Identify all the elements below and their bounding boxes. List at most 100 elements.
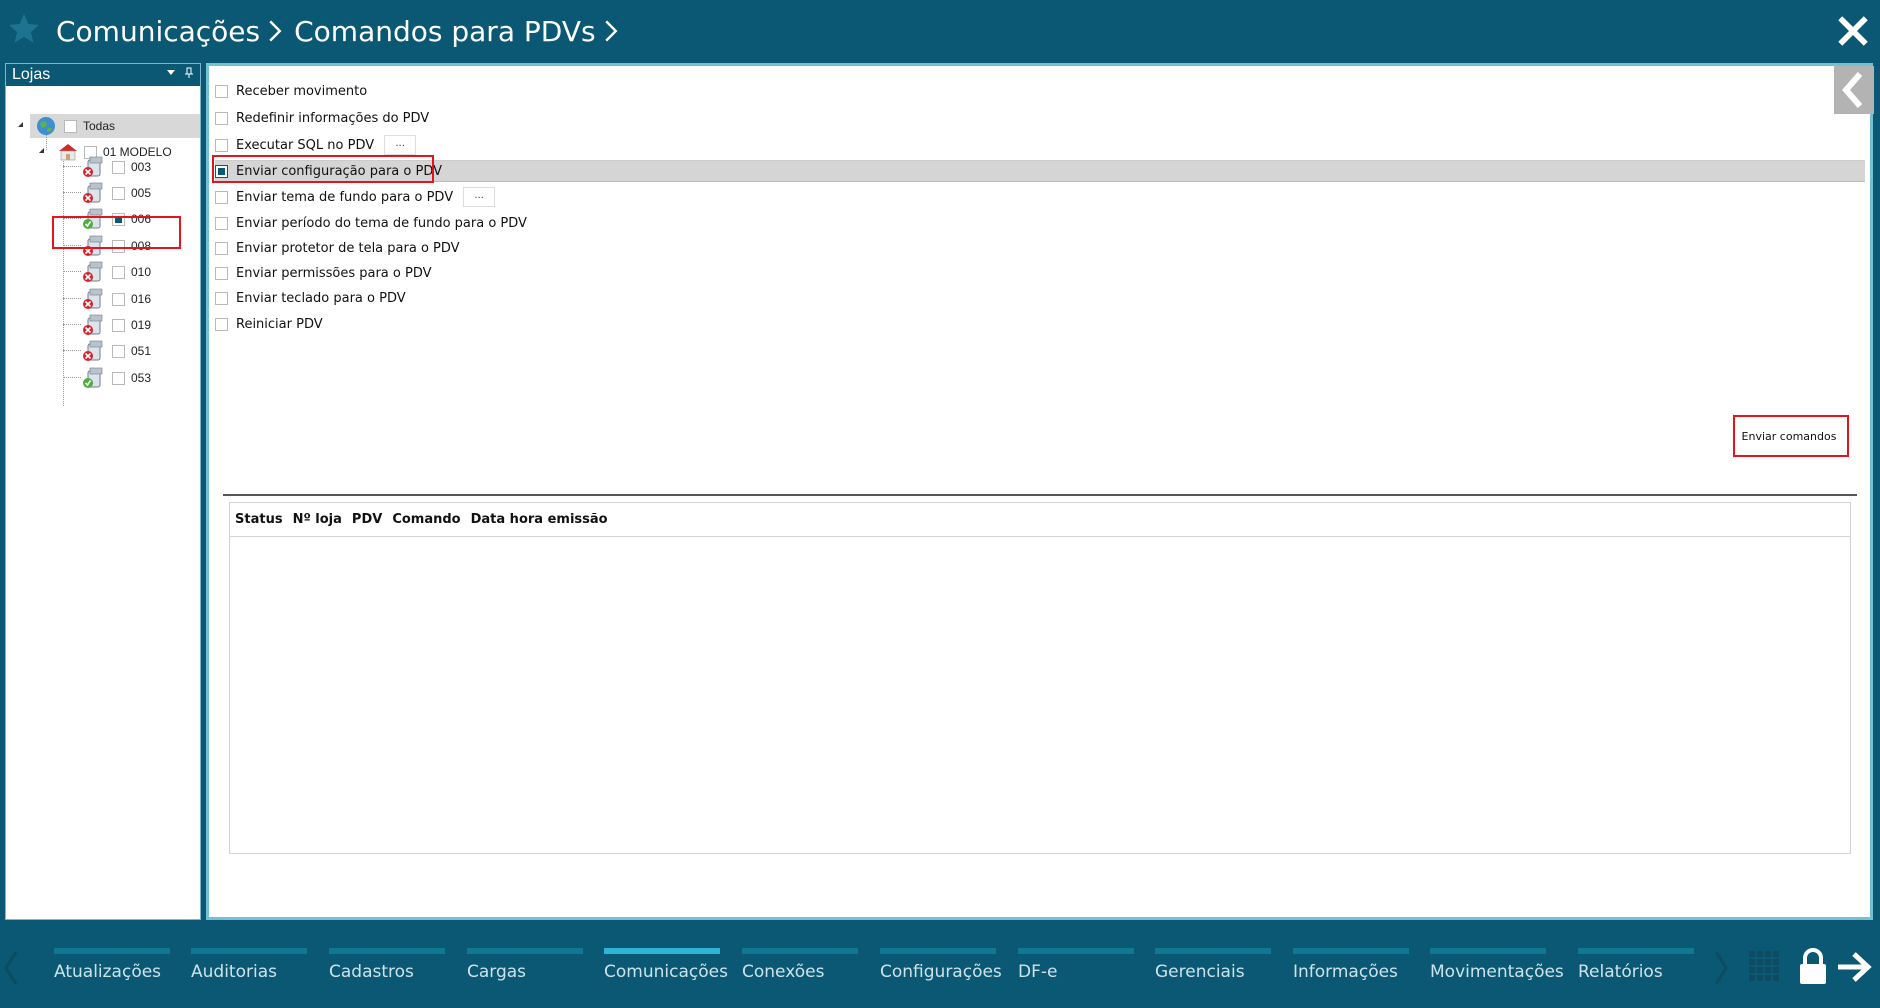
nav-label: Gerenciais — [1155, 962, 1245, 982]
command-reiniciar-pdv[interactable]: Reiniciar PDV — [215, 313, 1865, 335]
nav-dfe[interactable]: DF-e — [1018, 948, 1134, 998]
checkbox-store[interactable] — [112, 160, 125, 174]
tree-label-store: 005 — [131, 186, 152, 200]
bottom-navigation: Atualizações Auditorias Cadastros Cargas… — [0, 920, 1880, 1008]
nav-label: Informações — [1293, 962, 1398, 982]
tree-label-store: 053 — [131, 371, 152, 385]
command-enviar-protetor-tela[interactable]: Enviar protetor de tela para o PDV — [215, 237, 1865, 259]
grid-column-numero-loja[interactable]: Nº loja — [293, 512, 342, 527]
grid-column-status[interactable]: Status — [235, 512, 283, 527]
apps-grid-icon[interactable] — [1748, 950, 1782, 984]
nav-informacoes[interactable]: Informações — [1293, 948, 1409, 998]
nav-configuracoes[interactable]: Configurações — [880, 948, 1002, 998]
command-enviar-periodo-tema[interactable]: Enviar período do tema de fundo para o P… — [215, 212, 1865, 234]
command-checkbox[interactable] — [215, 216, 228, 230]
command-checkbox[interactable] — [215, 317, 228, 331]
nav-label: Atualizações — [54, 962, 162, 982]
grid-column-comando[interactable]: Comando — [392, 512, 460, 527]
command-receber-movimento[interactable]: Receber movimento — [215, 80, 1865, 102]
checkbox-store[interactable] — [112, 186, 125, 200]
tree-node-store[interactable]: 053 — [80, 367, 151, 389]
command-enviar-tema-fundo[interactable]: Enviar tema de fundo para o PDV ... — [215, 186, 1865, 208]
command-label: Receber movimento — [236, 83, 368, 99]
checkbox-store[interactable] — [112, 318, 125, 332]
globe-icon — [37, 117, 55, 135]
command-enviar-permissoes[interactable]: Enviar permissões para o PDV — [215, 262, 1865, 284]
lock-icon[interactable] — [1797, 948, 1829, 986]
nav-scroll-left-icon[interactable] — [2, 948, 20, 988]
nav-gerenciais[interactable]: Gerenciais — [1155, 948, 1271, 998]
nav-conexoes[interactable]: Conexões — [742, 948, 858, 998]
checkbox-store[interactable] — [112, 371, 125, 385]
nav-movimentacoes[interactable]: Movimentações — [1430, 948, 1564, 998]
tree-node-store[interactable]: 010 — [80, 261, 151, 283]
command-executar-sql[interactable]: Executar SQL no PDV ... — [215, 134, 1865, 156]
chevron-right-icon — [269, 20, 282, 42]
command-label: Enviar teclado para o PDV — [236, 290, 406, 306]
command-checkbox[interactable] — [215, 111, 228, 125]
pdv-offline-icon — [83, 288, 103, 309]
nav-label: Conexões — [742, 962, 825, 982]
logout-arrow-icon[interactable] — [1836, 950, 1874, 984]
command-checkbox[interactable] — [215, 190, 228, 204]
tree-label-store: 019 — [131, 318, 152, 332]
command-enviar-configuracao[interactable]: Enviar configuração para o PDV — [215, 160, 1865, 182]
nav-label: Auditorias — [191, 962, 277, 982]
nav-label: Cargas — [467, 962, 527, 982]
nav-auditorias[interactable]: Auditorias — [191, 948, 307, 998]
command-label: Enviar período do tema de fundo para o P… — [236, 215, 527, 231]
checkbox-todas[interactable] — [64, 119, 77, 133]
expander-todas-icon[interactable] — [18, 122, 23, 127]
sql-ellipsis-button[interactable]: ... — [384, 135, 417, 155]
tree-node-store[interactable]: 016 — [80, 288, 151, 310]
pin-icon[interactable] — [184, 67, 194, 79]
close-icon[interactable] — [1836, 14, 1870, 48]
dropdown-arrow-icon[interactable] — [166, 67, 176, 77]
expander-modelo-icon[interactable] — [39, 148, 44, 153]
stores-panel-header: Lojas — [6, 64, 200, 86]
command-enviar-teclado[interactable]: Enviar teclado para o PDV — [215, 287, 1865, 309]
breadcrumb-item-comandos[interactable]: Comandos para PDVs — [294, 15, 595, 48]
tree-node-store[interactable]: 051 — [80, 340, 151, 362]
favorite-star-icon[interactable] — [6, 11, 42, 47]
breadcrumb: Comunicações Comandos para PDVs — [56, 11, 630, 51]
annotation-highlight-enviar-configuracao — [212, 155, 434, 183]
command-checkbox[interactable] — [215, 291, 228, 305]
command-checkbox[interactable] — [215, 266, 228, 280]
checkbox-store[interactable] — [112, 292, 125, 306]
breadcrumb-item-comunicacoes[interactable]: Comunicações — [56, 15, 260, 48]
command-label: Enviar permissões para o PDV — [236, 265, 432, 281]
nav-scroll-right-icon[interactable] — [1712, 948, 1730, 988]
tree-node-todas[interactable]: Todas — [36, 115, 115, 137]
nav-label: Comunicações — [604, 962, 728, 982]
store-house-icon — [59, 144, 77, 161]
command-checkbox[interactable] — [215, 241, 228, 255]
tree-node-store[interactable]: 019 — [80, 314, 151, 336]
tree-label-store: 003 — [131, 160, 152, 174]
checkbox-store[interactable] — [112, 344, 125, 358]
nav-label: Configurações — [880, 962, 1002, 982]
command-redefinir-informacoes[interactable]: Redefinir informações do PDV — [215, 107, 1865, 129]
nav-comunicacoes[interactable]: Comunicações — [604, 948, 728, 998]
command-label: Executar SQL no PDV — [236, 137, 375, 153]
collapse-panel-chevron-icon[interactable] — [1834, 66, 1874, 114]
tree-node-store[interactable]: 003 — [80, 156, 151, 178]
pdv-online-icon — [83, 367, 103, 388]
nav-cadastros[interactable]: Cadastros — [329, 948, 445, 998]
pdv-offline-icon — [83, 314, 103, 335]
tree-label-store: 051 — [131, 344, 152, 358]
nav-atualizacoes[interactable]: Atualizações — [54, 948, 170, 998]
tree-node-store[interactable]: 005 — [80, 182, 151, 204]
theme-ellipsis-button[interactable]: ... — [463, 187, 496, 207]
grid-column-pdv[interactable]: PDV — [352, 512, 382, 527]
nav-cargas[interactable]: Cargas — [467, 948, 583, 998]
commands-panel: Receber movimento Redefinir informações … — [206, 63, 1874, 920]
command-checkbox[interactable] — [215, 84, 228, 98]
chevron-right-icon — [604, 20, 618, 42]
command-checkbox[interactable] — [215, 138, 228, 152]
commands-grid: Status Nº loja PDV Comando Data hora emi… — [229, 502, 1851, 854]
grid-column-data-hora[interactable]: Data hora emissão — [471, 512, 608, 527]
pdv-offline-icon — [83, 261, 103, 282]
nav-relatorios[interactable]: Relatórios — [1578, 948, 1694, 998]
checkbox-store[interactable] — [112, 265, 125, 279]
